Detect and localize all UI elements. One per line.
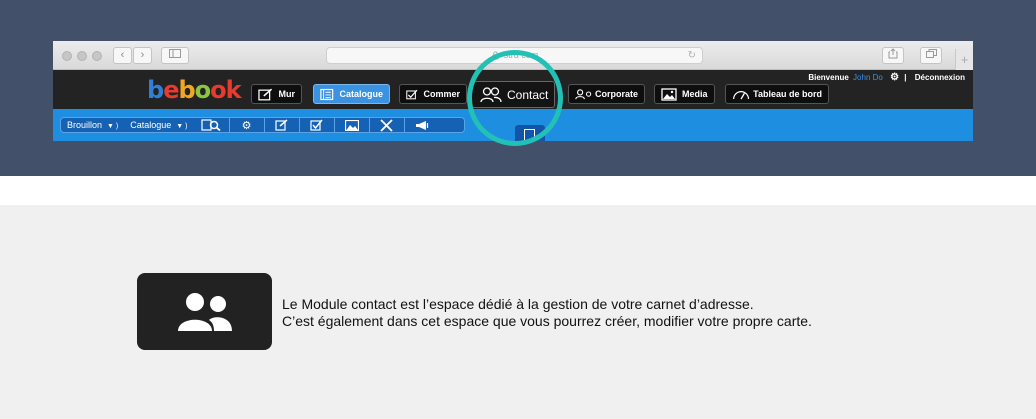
sidebar-toggle-button[interactable]: [161, 47, 189, 64]
bebook-logo[interactable]: bebook: [147, 76, 242, 104]
tabs-icon: [925, 49, 937, 58]
gear-icon: ⚙: [241, 119, 252, 132]
share-button[interactable]: [882, 47, 904, 64]
users-icon: [177, 292, 232, 331]
nav-item-tableau-de-bord[interactable]: Tableau de bord: [725, 84, 829, 104]
share-icon: [888, 48, 898, 59]
chevron-down-icon: ▼ ): [176, 123, 188, 130]
dashboard-icon: [733, 90, 750, 99]
divider-band: [0, 176, 1036, 205]
nav-item-label: Mur: [278, 89, 296, 99]
megaphone-icon: [415, 120, 428, 130]
nav-item-label: Commer: [423, 89, 460, 99]
welcome-label: Bienvenue: [808, 73, 849, 82]
edit-icon: [275, 119, 288, 131]
validate-tool-button[interactable]: [298, 117, 334, 133]
minimize-window-icon[interactable]: [77, 51, 87, 61]
edit-icon: [258, 88, 273, 100]
tools-icon: [380, 118, 393, 132]
zoom-window-icon[interactable]: [92, 51, 102, 61]
contact-module-tile: [137, 273, 272, 350]
description-line-2: C’est également dans cet espace que vous…: [282, 313, 812, 329]
chevron-down-icon: ▼ ): [107, 123, 119, 130]
breadcrumb: Brouillon ▼ ) Catalogue ▼ ) ⚙: [60, 117, 465, 133]
nav-item-mur[interactable]: Mur: [251, 84, 302, 104]
highlight-ring: [467, 50, 563, 146]
nav-item-catalogue[interactable]: Catalogue: [313, 84, 390, 104]
sidebar-icon: [169, 49, 181, 58]
new-tab-button[interactable]: +: [955, 49, 973, 70]
image-icon: [344, 119, 359, 131]
breadcrumb-catalogue[interactable]: Catalogue ▼ ): [124, 120, 193, 130]
user-name-link[interactable]: John Do: [853, 73, 883, 82]
nav-item-label: Corporate: [594, 89, 638, 99]
settings-tool-button[interactable]: ⚙: [228, 117, 264, 133]
description-line-1: Le Module contact est l’espace dédié à l…: [282, 296, 754, 312]
reload-icon[interactable]: ↻: [688, 48, 696, 63]
catalogue-icon: [320, 88, 334, 100]
checklist-icon: [310, 119, 323, 131]
search-icon: [201, 119, 221, 131]
close-window-icon[interactable]: [62, 51, 72, 61]
image-icon: [661, 87, 677, 101]
tools-tool-button[interactable]: [368, 117, 404, 133]
nav-item-label: Catalogue: [339, 89, 383, 99]
breadcrumb-brouillon[interactable]: Brouillon ▼ ): [61, 120, 124, 130]
nav-item-label: Tableau de bord: [753, 89, 822, 99]
corporate-icon: [575, 88, 592, 99]
media-tool-button[interactable]: [333, 117, 369, 133]
nav-item-media[interactable]: Media: [654, 84, 715, 104]
separator: |: [904, 73, 907, 82]
nav-item-corporate[interactable]: Corporate: [568, 84, 645, 104]
module-description: Le Module contact est l’espace dédié à l…: [282, 296, 982, 330]
search-tool-button[interactable]: [194, 117, 229, 133]
announce-tool-button[interactable]: [403, 117, 439, 133]
checklist-icon: [406, 89, 418, 99]
tabs-button[interactable]: [920, 47, 942, 64]
welcome-bar: Bienvenue John Do ⚙ | Déconnexion: [808, 72, 965, 83]
nav-item-label: Media: [682, 89, 708, 99]
back-button[interactable]: ‹: [113, 47, 132, 64]
forward-button[interactable]: ›: [133, 47, 152, 64]
edit-tool-button[interactable]: [263, 117, 299, 133]
nav-item-commerce[interactable]: Commer: [399, 84, 467, 104]
logout-link[interactable]: Déconnexion: [915, 73, 965, 82]
gear-icon[interactable]: ⚙: [890, 72, 899, 83]
